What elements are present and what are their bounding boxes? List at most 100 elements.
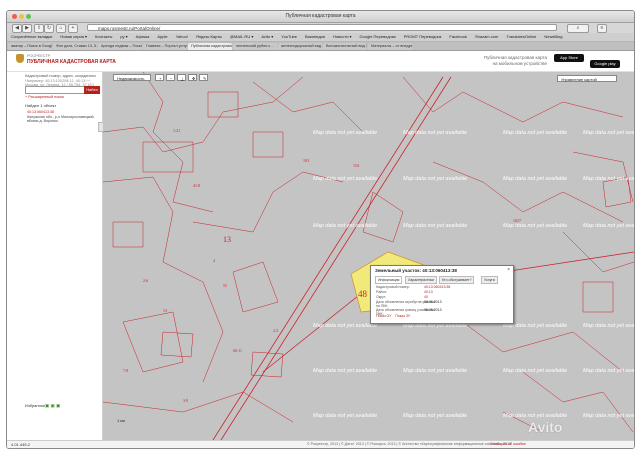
browser-tab[interactable]: Публичная кадастровая карта [188, 43, 232, 50]
bookmark-item[interactable]: Apple [157, 33, 167, 41]
forward-button[interactable]: ▶ [22, 24, 32, 33]
bookmark-item[interactable]: Yahoo! [176, 33, 188, 41]
map-placeholder-label: Map data not yet available [583, 130, 634, 136]
search-result-item[interactable]: 40:13:060413:38 Калужская обл., р-н Мало… [27, 110, 99, 124]
bookmark-item[interactable]: Новая серия ▾ [60, 33, 87, 41]
watermark-logo: Avito [528, 419, 563, 435]
bookmark-item[interactable]: Shazam.com [475, 33, 498, 41]
popup-title: Земельный участок: 40:13:060413:38 [375, 268, 457, 273]
search-input[interactable] [25, 86, 85, 94]
browser-tab[interactable]: аватар – Поиск в Google [8, 43, 52, 50]
bookmark-item[interactable]: Контакты [95, 33, 112, 41]
parcel-number-label: 60:11 [233, 348, 242, 353]
tab-information[interactable]: Информация [375, 276, 403, 284]
map-area[interactable]: Map data not yet available Map data not y… [103, 72, 634, 440]
web-page: РОСРЕЕСТР ПУБЛИЧНАЯ КАДАСТРОВАЯ КАРТА Пу… [7, 51, 634, 448]
tab-who-serves[interactable]: Кто обслуживает? [439, 276, 475, 284]
site-title[interactable]: ПУБЛИЧНАЯ КАДАСТРОВАЯ КАРТА [27, 59, 116, 65]
bookmark-item[interactable]: Avito ▾ [261, 33, 273, 41]
map-placeholder-label: Map data not yet available [313, 413, 377, 419]
tab-bar: аватар – Поиск в Google Фон дата, Ставки … [7, 42, 634, 51]
map-placeholder-label: Map data not yet available [313, 130, 377, 136]
bookmark-item[interactable]: Facebook [449, 33, 467, 41]
map-control-select[interactable]: Управление картой [557, 75, 617, 82]
browser-toolbar: ◀ ▶ ⇪ ↻ ⌂ + maps.rosreestr.ru/PortalOnli… [7, 23, 634, 33]
app-store-badge[interactable]: App Store [554, 54, 584, 62]
result-address: Калужская обл., р-н Малоярославецкий, вб… [27, 114, 95, 124]
map-placeholder-label: Map data not yet available [583, 323, 634, 329]
parcel-info-popup: Земельный участок: 40:13:060413:38 × Инф… [370, 265, 514, 324]
bookmark-item[interactable]: Google Переводчик [360, 33, 396, 41]
bookmark-item[interactable]: NewsBlog [544, 33, 562, 41]
map-placeholder-label: Map data not yet available [403, 223, 467, 229]
zoom-out-tool[interactable]: − [166, 74, 175, 81]
favorites-icons[interactable]: ▣ ▣ ▣ [45, 403, 60, 409]
browser-tab[interactable]: Главная – Портал услуг [143, 43, 187, 50]
browser-tab[interactable]: железнодорожный вид 236… [278, 43, 322, 50]
reader-button[interactable]: ≡ [597, 24, 607, 33]
extended-search-link[interactable]: + Расширенный поиск [25, 95, 64, 99]
report-error-link[interactable]: Сообщить об ошибке [490, 442, 526, 446]
result-number-link[interactable]: 40:13:060413:38 [27, 110, 54, 114]
parcel-number-label: 4 [213, 258, 215, 263]
parcel-number-label: 1027 [513, 218, 521, 223]
ruler-tool[interactable]: ⟂ [177, 74, 186, 81]
search-field[interactable]: ⌕ [567, 24, 589, 33]
bookmark-item[interactable]: PROMT Переводчик [404, 33, 442, 41]
browser-tab[interactable]: пензенский рубли к… [233, 43, 277, 50]
google-play-badge[interactable]: Google play [590, 60, 620, 68]
map-placeholder-label: Map data not yet available [403, 176, 467, 182]
popup-row-value: 40:13:060413:38 [424, 285, 451, 289]
map-placeholder-label: Map data not yet available [403, 368, 467, 374]
bookmark-button[interactable]: + [68, 24, 78, 33]
mobile-promo-line2: на мобильном устройстве [492, 61, 547, 66]
property-type-select[interactable]: Недвижимость [113, 74, 151, 81]
parcel-number-label: 103 [303, 158, 309, 163]
back-button[interactable]: ◀ [12, 24, 22, 33]
window-title: Публичная кадастровая карта [285, 13, 356, 19]
map-placeholder-label: Map data not yet available [403, 130, 467, 136]
browser-tab[interactable]: Фон дата, Ставки 13, 5… [53, 43, 97, 50]
pan-tool[interactable]: ✥ [188, 74, 197, 81]
bookmark-item[interactable]: Сохранённые вкладки [11, 33, 52, 41]
zoom-in-tool[interactable]: + [155, 74, 164, 81]
home-button[interactable]: ⌂ [56, 24, 66, 33]
map-placeholder-label: Map data not yet available [313, 176, 377, 182]
reload-button[interactable]: ↻ [44, 24, 54, 33]
popup-row-value: 08.05.2013 [424, 308, 442, 312]
show-zu-link[interactable]: Показ ЗУ [395, 314, 410, 318]
cadastral-map[interactable]: Map data not yet available Map data not y… [103, 72, 634, 440]
browser-tab[interactable]: Аренда недвиж – Поиск в Google [98, 43, 142, 50]
show-ou-link[interactable]: Показ ОУ [376, 314, 391, 318]
map-placeholder-label: Map data not yet available [583, 176, 634, 182]
copyright-text: © Росреестр, 2013 | © Дата+ 2013 | © Рос… [307, 442, 512, 446]
browser-tab[interactable]: Вспомогательный вид 330 r… [323, 43, 367, 50]
parcel-number-label: 3:9 [183, 398, 188, 403]
map-placeholder-label: Map data not yet available [403, 413, 467, 419]
map-placeholder-label: Map data not yet available [503, 176, 567, 182]
address-bar[interactable]: maps.rosreestr.ru/PortalOnline/ [87, 24, 557, 31]
bookmark-item[interactable]: Афиша [136, 33, 150, 41]
emblem-icon [16, 54, 24, 63]
title-bar: Публичная кадастровая карта [7, 11, 634, 23]
tab-characteristics[interactable]: Характеристики [405, 276, 437, 284]
share-button[interactable]: ⇪ [34, 24, 44, 33]
measure-tool[interactable]: ✎ [199, 74, 208, 81]
bookmark-item[interactable]: Википедия [305, 33, 325, 41]
bookmark-item[interactable]: TranslatesOnline [506, 33, 536, 41]
org-name: РОСРЕЕСТР [27, 54, 51, 58]
bookmark-item[interactable]: Яндекс.Карты [196, 33, 222, 41]
bookmark-item[interactable]: Новости ▾ [333, 33, 352, 41]
map-placeholder-label: Map data not yet available [313, 223, 377, 229]
search-button[interactable]: Найти [84, 86, 100, 94]
tab-services[interactable]: Услуги [481, 276, 498, 284]
bookmark-item[interactable]: ру ▾ [120, 33, 127, 41]
mobile-promo: Публичная кадастровая карта на мобильном… [437, 55, 547, 67]
browser-tab[interactable]: Материалы – от внедрен… [368, 43, 412, 50]
map-placeholder-label: Map data not yet available [503, 368, 567, 374]
bookmark-item[interactable]: YouTube [281, 33, 297, 41]
close-icon[interactable]: × [507, 267, 510, 273]
status-bar: 4.01.445.2 © Росреестр, 2013 | © Дата+ 2… [7, 440, 634, 448]
bookmark-item[interactable]: @MAIL.RU ▾ [230, 33, 253, 41]
popup-links: Показ ОУ Показ ЗУ [376, 314, 410, 318]
